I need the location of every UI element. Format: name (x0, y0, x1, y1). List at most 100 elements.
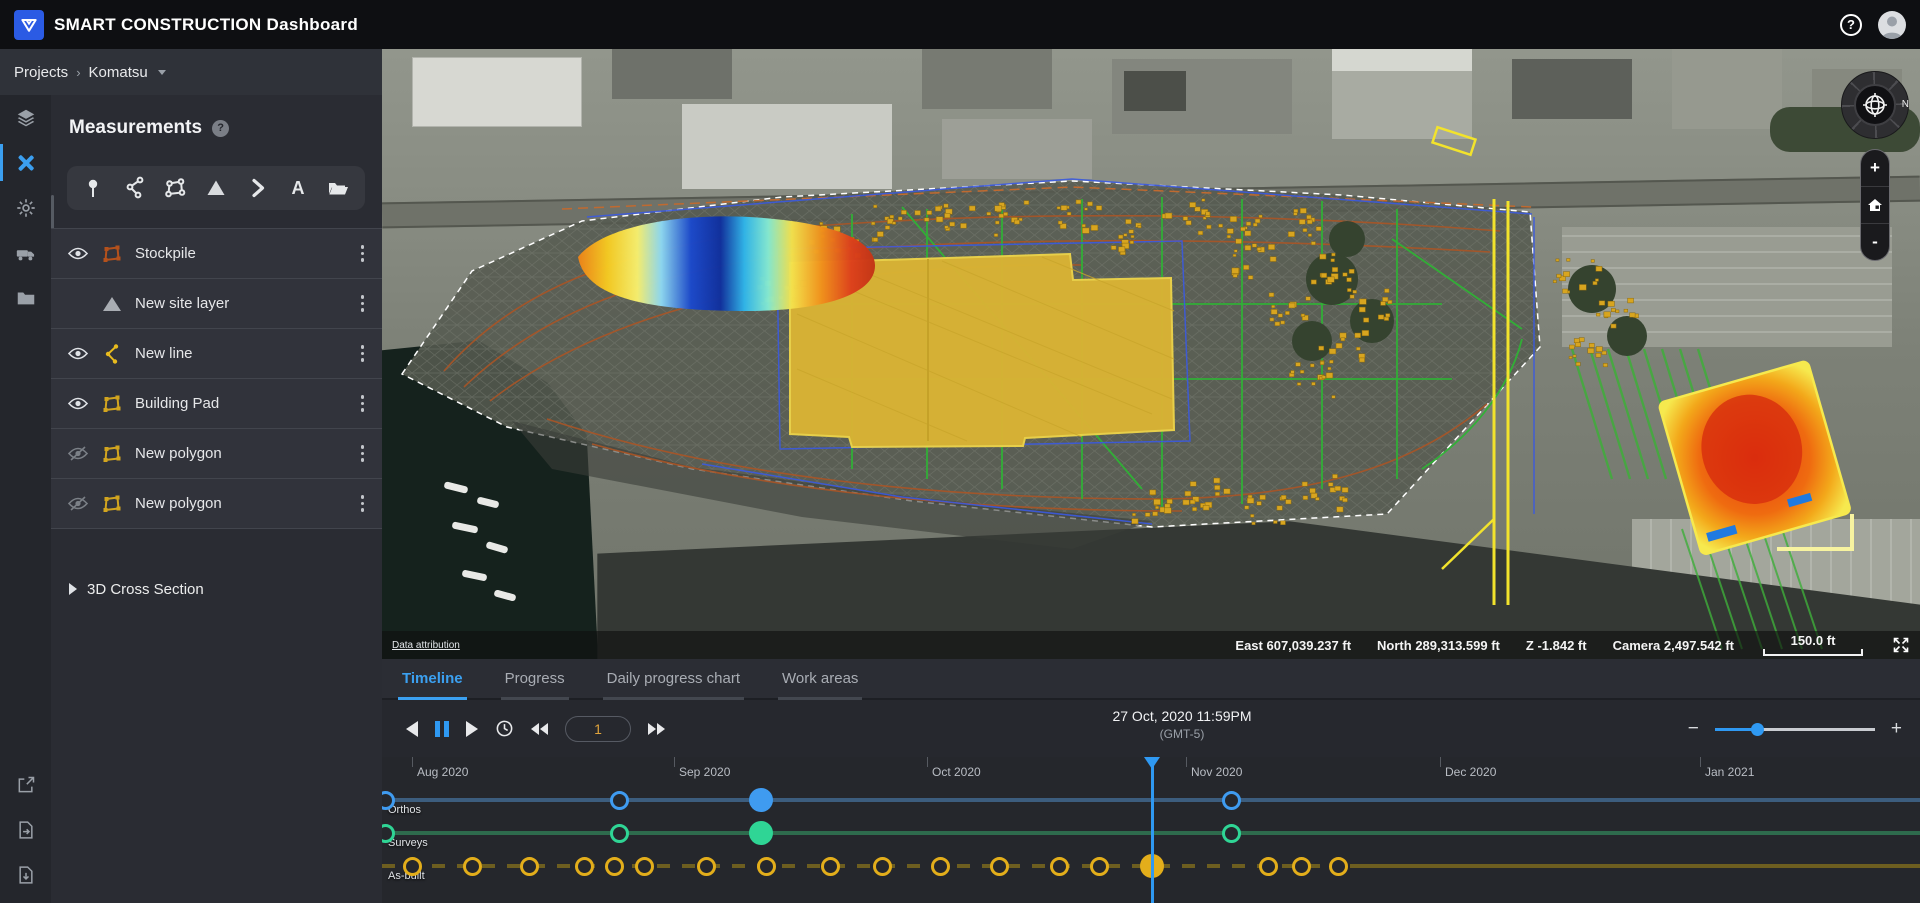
row-menu-button[interactable] (357, 341, 369, 366)
data-attribution-link[interactable]: Data attribution (392, 640, 460, 651)
measurement-label: Stockpile (135, 245, 196, 262)
timeline-event[interactable] (610, 824, 629, 843)
rail-layers-button[interactable] (0, 95, 51, 140)
timeline-event[interactable] (1050, 857, 1069, 876)
map-zoom-in-button[interactable]: + (1861, 150, 1889, 186)
step-back-button[interactable] (406, 716, 418, 742)
survey-overlay (382, 49, 1920, 659)
timeline-event[interactable] (1329, 857, 1348, 876)
timeline-event[interactable] (605, 857, 624, 876)
eye-icon[interactable] (65, 396, 91, 411)
rail-files-button[interactable] (0, 275, 51, 320)
tool-polygon-button[interactable] (158, 171, 192, 205)
compass-control[interactable]: N (1841, 71, 1909, 139)
tool-surface-button[interactable] (199, 171, 233, 205)
row-menu-button[interactable] (357, 291, 369, 316)
timeline-event[interactable] (990, 857, 1009, 876)
row-menu-button[interactable] (357, 441, 369, 466)
polygon-icon (97, 393, 127, 415)
measurement-row[interactable]: New site layer (51, 279, 382, 329)
row-menu-button[interactable] (357, 241, 369, 266)
measurement-toolbar: A (67, 166, 365, 210)
row-menu-button[interactable] (357, 391, 369, 416)
rail-file-export-button[interactable] (0, 807, 51, 852)
timeline-zoom-out-button[interactable]: − (1688, 719, 1699, 738)
timeline-chart[interactable]: Aug 2020Sep 2020Oct 2020Nov 2020Dec 2020… (382, 757, 1920, 903)
timeline-event[interactable] (1292, 857, 1311, 876)
speed-input[interactable] (565, 716, 631, 742)
tool-arrow-button[interactable] (240, 171, 274, 205)
timeline-event[interactable] (1222, 824, 1241, 843)
timeline-zoom-in-button[interactable]: + (1891, 719, 1902, 738)
eye-icon[interactable] (65, 246, 91, 261)
eye-icon[interactable] (65, 346, 91, 361)
rail-file-download-button[interactable] (0, 852, 51, 897)
rail-machines-button[interactable] (0, 230, 51, 275)
smart-construction-app: SMART CONSTRUCTION Dashboard ? Projects … (0, 0, 1920, 903)
breadcrumb-project-name[interactable]: Komatsu (89, 64, 148, 81)
timeline-cursor[interactable] (1151, 766, 1154, 903)
timeline-event[interactable] (635, 857, 654, 876)
breadcrumb-projects[interactable]: Projects (14, 64, 68, 81)
timeline-event[interactable] (1259, 857, 1278, 876)
measurement-list: Stockpile New site layer New line Building … (51, 228, 382, 529)
timeline-event[interactable] (382, 824, 395, 843)
clock-icon[interactable] (495, 716, 514, 742)
timeline-event[interactable] (610, 791, 629, 810)
tool-folder-button[interactable] (321, 171, 355, 205)
map-canvas[interactable]: N + - Data attribution East 607,039.237 … (382, 49, 1920, 659)
compass-north-label: N (1902, 99, 1909, 110)
eye-off-icon[interactable] (65, 446, 91, 461)
month-label: Oct 2020 (932, 765, 981, 779)
map-home-button[interactable] (1861, 186, 1889, 223)
timeline-event[interactable] (463, 857, 482, 876)
map-zoom-out-button[interactable]: - (1861, 223, 1889, 260)
measurement-row[interactable]: Stockpile (51, 229, 382, 279)
timeline-event[interactable] (575, 857, 594, 876)
timeline-event[interactable] (749, 821, 773, 845)
rail-measurements-button[interactable] (0, 140, 51, 185)
eye-off-icon[interactable] (65, 496, 91, 511)
tool-point-button[interactable] (76, 171, 110, 205)
rail-settings-button[interactable] (0, 185, 51, 230)
month-label: Aug 2020 (417, 765, 468, 779)
tool-text-button[interactable]: A (281, 171, 315, 205)
breadcrumb-dropdown-caret-icon[interactable] (158, 70, 166, 75)
timeline-event[interactable] (382, 791, 395, 810)
tab-timeline[interactable]: Timeline (398, 659, 467, 700)
month-label: Jan 2021 (1705, 765, 1754, 779)
measurement-row[interactable]: New line (51, 329, 382, 379)
fast-forward-button[interactable] (648, 716, 665, 742)
tab-work-areas[interactable]: Work areas (778, 659, 862, 700)
timeline-event[interactable] (520, 857, 539, 876)
timeline-event[interactable] (1090, 857, 1109, 876)
timeline-event[interactable] (749, 788, 773, 812)
user-avatar[interactable] (1878, 11, 1906, 39)
timeline-event[interactable] (821, 857, 840, 876)
timeline-event[interactable] (931, 857, 950, 876)
measurement-label: New line (135, 345, 193, 362)
tab-daily-progress-chart[interactable]: Daily progress chart (603, 659, 744, 700)
cross-section-row[interactable]: 3D Cross Section (51, 569, 382, 609)
timeline-event[interactable] (1222, 791, 1241, 810)
timeline-event[interactable] (697, 857, 716, 876)
help-button[interactable]: ? (1840, 14, 1862, 36)
tab-progress[interactable]: Progress (501, 659, 569, 700)
rewind-button[interactable] (531, 716, 548, 742)
timeline-event[interactable] (403, 857, 422, 876)
pause-button[interactable] (435, 716, 449, 742)
tool-polyline-button[interactable] (117, 171, 151, 205)
row-menu-button[interactable] (357, 491, 369, 516)
timeline-event[interactable] (873, 857, 892, 876)
play-button[interactable] (466, 716, 478, 742)
measurement-row[interactable]: New polygon (51, 479, 382, 529)
measurements-help-button[interactable]: ? (212, 120, 229, 137)
measurement-row[interactable]: New polygon (51, 429, 382, 479)
measurement-row[interactable]: Building Pad (51, 379, 382, 429)
timeline-zoom-slider[interactable] (1715, 722, 1875, 736)
timeline-event[interactable] (757, 857, 776, 876)
rail-external-link-button[interactable] (0, 762, 51, 807)
fullscreen-button[interactable] (1892, 636, 1910, 654)
slider-thumb[interactable] (1751, 723, 1764, 736)
left-icon-rail (0, 95, 51, 903)
